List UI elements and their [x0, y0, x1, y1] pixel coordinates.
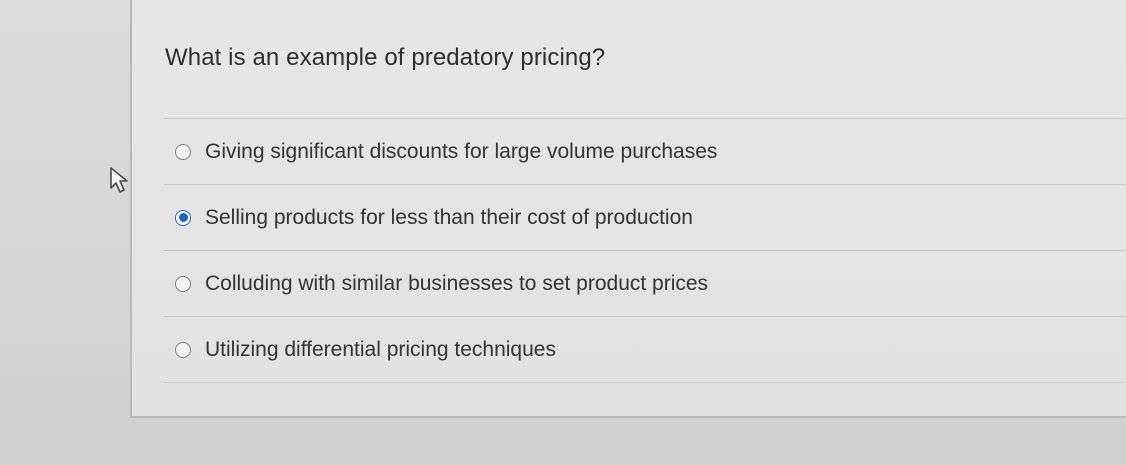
radio-button-unselected-icon[interactable]	[175, 275, 191, 292]
question-text: What is an example of predatory pricing?	[165, 44, 606, 71]
option-4[interactable]: Utilizing differential pricing technique…	[164, 316, 1126, 383]
option-label: Selling products for less than their cos…	[205, 205, 693, 229]
option-2[interactable]: Selling products for less than their cos…	[164, 184, 1126, 250]
option-1[interactable]: Giving significant discounts for large v…	[164, 118, 1126, 184]
mouse-pointer-icon	[110, 167, 128, 193]
radio-button-unselected-icon[interactable]	[175, 143, 191, 160]
question-panel: What is an example of predatory pricing?…	[130, 0, 1126, 418]
option-label: Utilizing differential pricing technique…	[205, 337, 556, 361]
radio-button-selected-icon[interactable]	[175, 209, 191, 226]
answer-options: Giving significant discounts for large v…	[164, 118, 1126, 383]
option-label: Giving significant discounts for large v…	[205, 139, 718, 163]
option-label: Colluding with similar businesses to set…	[205, 271, 709, 295]
option-3[interactable]: Colluding with similar businesses to set…	[164, 250, 1126, 316]
radio-button-unselected-icon[interactable]	[175, 341, 191, 358]
